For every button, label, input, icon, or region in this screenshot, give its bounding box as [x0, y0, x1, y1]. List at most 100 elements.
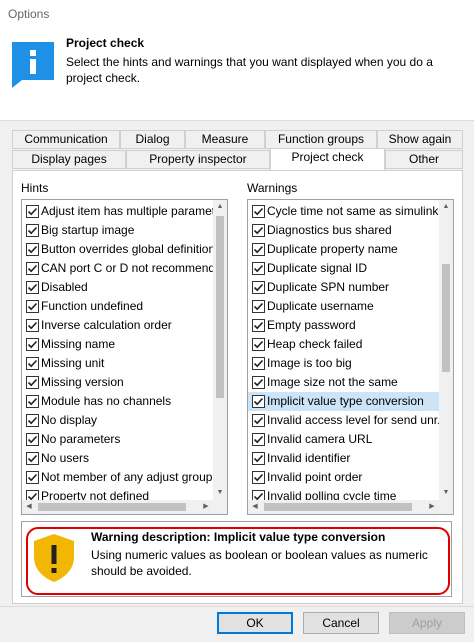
checkbox[interactable]	[26, 224, 39, 237]
list-item[interactable]: Button overrides global definition	[22, 240, 213, 259]
list-item[interactable]: Invalid access level for send unr.	[248, 411, 439, 430]
scroll-right-arrow-icon[interactable]: ▶	[199, 500, 213, 514]
list-item[interactable]: Duplicate property name	[248, 240, 439, 259]
list-item[interactable]: Invalid point order	[248, 468, 439, 487]
checkbox[interactable]	[26, 319, 39, 332]
checkbox[interactable]	[252, 357, 265, 370]
scroll-thumb[interactable]	[38, 503, 186, 511]
list-item[interactable]: Heap check failed	[248, 335, 439, 354]
warnings-vertical-scrollbar[interactable]: ▲ ▼	[439, 200, 453, 500]
list-item[interactable]: Duplicate signal ID	[248, 259, 439, 278]
scroll-right-arrow-icon[interactable]: ▶	[425, 500, 439, 514]
list-item[interactable]: Missing unit	[22, 354, 213, 373]
checkbox[interactable]	[252, 262, 265, 275]
list-item[interactable]: Invalid camera URL	[248, 430, 439, 449]
warnings-horizontal-scrollbar[interactable]: ◀ ▶	[248, 500, 453, 514]
scroll-down-arrow-icon[interactable]: ▼	[213, 486, 227, 500]
checkbox[interactable]	[26, 205, 39, 218]
list-item[interactable]: Empty password	[248, 316, 439, 335]
list-item-label: Invalid identifier	[267, 451, 351, 465]
checkbox[interactable]	[252, 300, 265, 313]
scroll-up-arrow-icon[interactable]: ▲	[213, 200, 227, 214]
scroll-left-arrow-icon[interactable]: ◀	[248, 500, 262, 514]
checkbox[interactable]	[252, 376, 265, 389]
list-item[interactable]: Duplicate username	[248, 297, 439, 316]
checkbox[interactable]	[252, 452, 265, 465]
list-item[interactable]: No display	[22, 411, 213, 430]
tab-display-pages[interactable]: Display pages	[12, 150, 126, 169]
checkbox[interactable]	[252, 281, 265, 294]
list-item[interactable]: Duplicate SPN number	[248, 278, 439, 297]
list-item[interactable]: Implicit value type conversion	[248, 392, 439, 411]
list-item[interactable]: Missing version	[22, 373, 213, 392]
checkbox[interactable]	[252, 414, 265, 427]
scroll-thumb[interactable]	[442, 264, 450, 372]
list-item[interactable]: Cycle time not same as simulink	[248, 202, 439, 221]
list-item[interactable]: No users	[22, 449, 213, 468]
checkbox[interactable]	[26, 243, 39, 256]
list-item-label: Disabled	[41, 280, 88, 294]
checkbox[interactable]	[252, 243, 265, 256]
scroll-thumb[interactable]	[264, 503, 412, 511]
list-item[interactable]: Disabled	[22, 278, 213, 297]
list-item[interactable]: Function undefined	[22, 297, 213, 316]
list-item[interactable]: CAN port C or D not recommended	[22, 259, 213, 278]
checkbox[interactable]	[26, 300, 39, 313]
checkbox[interactable]	[26, 338, 39, 351]
checkbox[interactable]	[252, 224, 265, 237]
checkmark-icon	[253, 226, 264, 235]
list-item[interactable]: Invalid identifier	[248, 449, 439, 468]
list-item[interactable]: Module has no channels	[22, 392, 213, 411]
list-item[interactable]: Diagnostics bus shared	[248, 221, 439, 240]
warnings-list[interactable]: Cycle time not same as simulink Diagnosti…	[247, 199, 454, 515]
ok-button[interactable]: OK	[217, 612, 293, 634]
checkbox[interactable]	[252, 205, 265, 218]
hints-list[interactable]: Adjust item has multiple parameters Big s…	[21, 199, 228, 515]
checkmark-icon	[27, 340, 38, 349]
checkbox[interactable]	[26, 471, 39, 484]
scroll-up-arrow-icon[interactable]: ▲	[439, 200, 453, 214]
list-item[interactable]: Missing name	[22, 335, 213, 354]
checkbox[interactable]	[26, 452, 39, 465]
hints-horizontal-scrollbar[interactable]: ◀ ▶	[22, 500, 227, 514]
list-item[interactable]: Image size not the same	[248, 373, 439, 392]
tab-dialog[interactable]: Dialog	[120, 130, 185, 149]
tab-other[interactable]: Other	[385, 150, 463, 169]
tab-communication[interactable]: Communication	[12, 130, 120, 149]
apply-button[interactable]: Apply	[389, 612, 465, 634]
checkbox[interactable]	[26, 281, 39, 294]
list-item[interactable]: Not member of any adjust group	[22, 468, 213, 487]
checkbox[interactable]	[252, 338, 265, 351]
scroll-down-arrow-icon[interactable]: ▼	[439, 486, 453, 500]
checkbox[interactable]	[252, 395, 265, 408]
list-item-label: Inverse calculation order	[41, 318, 172, 332]
checkmark-icon	[253, 473, 264, 482]
checkbox[interactable]	[252, 319, 265, 332]
hints-vertical-scrollbar[interactable]: ▲ ▼	[213, 200, 227, 500]
page-title: Project check	[66, 36, 145, 50]
checkbox[interactable]	[26, 357, 39, 370]
tab-property-inspector[interactable]: Property inspector	[126, 150, 270, 169]
checkmark-icon	[27, 283, 38, 292]
checkbox[interactable]	[26, 262, 39, 275]
tab-function-groups[interactable]: Function groups	[265, 130, 377, 149]
scroll-left-arrow-icon[interactable]: ◀	[22, 500, 36, 514]
warning-description-title: Warning description: Implicit value type…	[91, 530, 386, 544]
tab-measure[interactable]: Measure	[185, 130, 265, 149]
tab-show-again[interactable]: Show again	[377, 130, 463, 149]
scroll-thumb[interactable]	[216, 216, 224, 398]
list-item[interactable]: Inverse calculation order	[22, 316, 213, 335]
checkbox[interactable]	[26, 414, 39, 427]
tab-project-check[interactable]: Project check	[270, 148, 385, 170]
cancel-button[interactable]: Cancel	[303, 612, 379, 634]
list-item[interactable]: No parameters	[22, 430, 213, 449]
list-item[interactable]: Big startup image	[22, 221, 213, 240]
list-item[interactable]: Image is too big	[248, 354, 439, 373]
list-item[interactable]: Adjust item has multiple parameters	[22, 202, 213, 221]
list-item-label: No parameters	[41, 432, 121, 446]
checkbox[interactable]	[26, 433, 39, 446]
checkbox[interactable]	[252, 471, 265, 484]
checkbox[interactable]	[26, 376, 39, 389]
checkbox[interactable]	[252, 433, 265, 446]
checkbox[interactable]	[26, 395, 39, 408]
